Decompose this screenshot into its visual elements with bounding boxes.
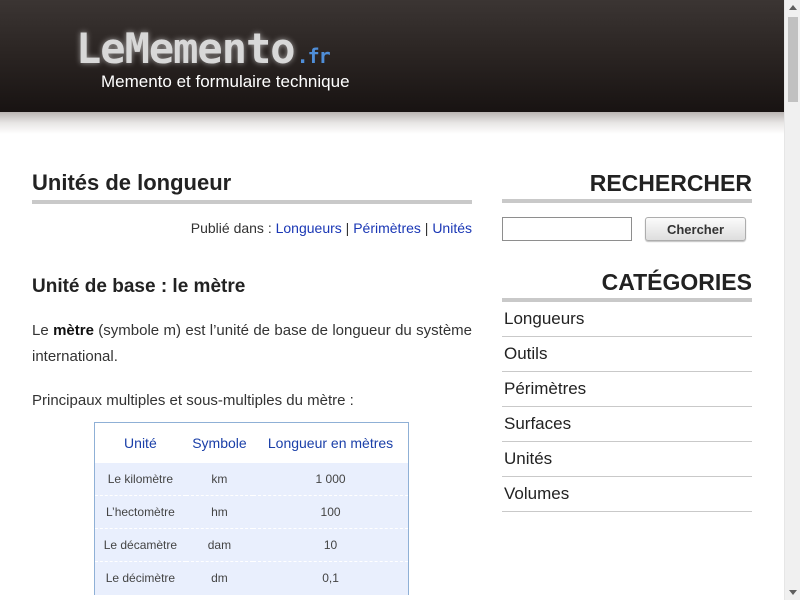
category-item-perimetres[interactable]: Périmètres	[502, 372, 752, 407]
site-header: LeMemento .fr Memento et formulaire techn…	[0, 0, 784, 112]
link-perimetres[interactable]: Périmètres	[353, 220, 421, 236]
section-title: Unité de base : le mètre	[32, 276, 246, 297]
logo-main: LeMemento	[76, 24, 296, 73]
sidebar: RECHERCHER Chercher CATÉGORIES Longueurs…	[502, 170, 752, 512]
col-header-longueur: Longueur en mètres	[253, 422, 409, 463]
units-table: Unité Symbole Longueur en mètres Le kilo…	[94, 422, 409, 595]
logo-tld: .fr	[296, 44, 331, 68]
search-button[interactable]: Chercher	[645, 217, 746, 241]
table-row: L’hectomètre hm 100	[94, 495, 409, 529]
cell-length: 10	[253, 528, 409, 562]
site-logo[interactable]: LeMemento .fr	[76, 24, 331, 73]
table-row: Le décamètre dam 10	[94, 528, 409, 562]
cell-length: 0,1	[253, 561, 409, 595]
link-unites[interactable]: Unités	[432, 220, 472, 236]
para-text-before: Le	[32, 322, 54, 339]
table-header-row: Unité Symbole Longueur en mètres	[94, 422, 409, 463]
multiples-intro: Principaux multiples et sous-multiples d…	[32, 392, 354, 409]
published-prefix: Publié dans :	[190, 220, 272, 236]
search-form: Chercher	[502, 215, 752, 243]
vertical-scrollbar[interactable]	[784, 0, 800, 600]
cell-unit: Le décamètre	[94, 528, 186, 562]
header-shadow	[0, 112, 784, 134]
category-item-unites[interactable]: Unités	[502, 442, 752, 477]
para-text-after: (symbole m) est l’unité de base de longu…	[32, 322, 472, 365]
category-item-outils[interactable]: Outils	[502, 337, 752, 372]
page-title: Unités de longueur	[32, 170, 472, 204]
units-table-wrapper: Unité Symbole Longueur en mètres Le kilo…	[94, 422, 409, 595]
category-item-surfaces[interactable]: Surfaces	[502, 407, 752, 442]
table-row: Le kilomètre km 1 000	[94, 462, 409, 496]
para-bold-metre: mètre	[53, 322, 94, 339]
intro-paragraph: Le mètre (symbole m) est l’unité de base…	[32, 318, 472, 370]
site-tagline: Memento et formulaire technique	[101, 72, 350, 91]
cell-unit: Le kilomètre	[94, 462, 186, 496]
link-longueurs[interactable]: Longueurs	[276, 220, 342, 236]
category-list: Longueurs Outils Périmètres Surfaces Uni…	[502, 302, 752, 512]
table-row: Le décimètre dm 0,1	[94, 561, 409, 595]
categories-heading: CATÉGORIES	[502, 269, 752, 302]
search-heading: RECHERCHER	[502, 170, 752, 203]
scroll-up-arrow-icon[interactable]	[785, 0, 800, 16]
cell-symbol: km	[185, 462, 254, 496]
cell-unit: L’hectomètre	[94, 495, 186, 529]
col-header-unite: Unité	[94, 422, 186, 463]
cell-length: 100	[253, 495, 409, 529]
cell-length: 1 000	[253, 462, 409, 496]
scrollbar-thumb[interactable]	[788, 17, 798, 102]
article: Unités de longueur Publié dans : Longueu…	[32, 170, 472, 595]
published-in: Publié dans : Longueurs | Périmètres | U…	[190, 220, 472, 236]
cell-symbol: dam	[185, 528, 254, 562]
cell-symbol: dm	[185, 561, 254, 595]
category-item-longueurs[interactable]: Longueurs	[502, 302, 752, 337]
category-item-volumes[interactable]: Volumes	[502, 477, 752, 512]
col-header-symbole: Symbole	[185, 422, 254, 463]
search-input[interactable]	[502, 217, 632, 241]
cell-symbol: hm	[185, 495, 254, 529]
scroll-down-arrow-icon[interactable]	[785, 584, 800, 600]
cell-unit: Le décimètre	[94, 561, 186, 595]
